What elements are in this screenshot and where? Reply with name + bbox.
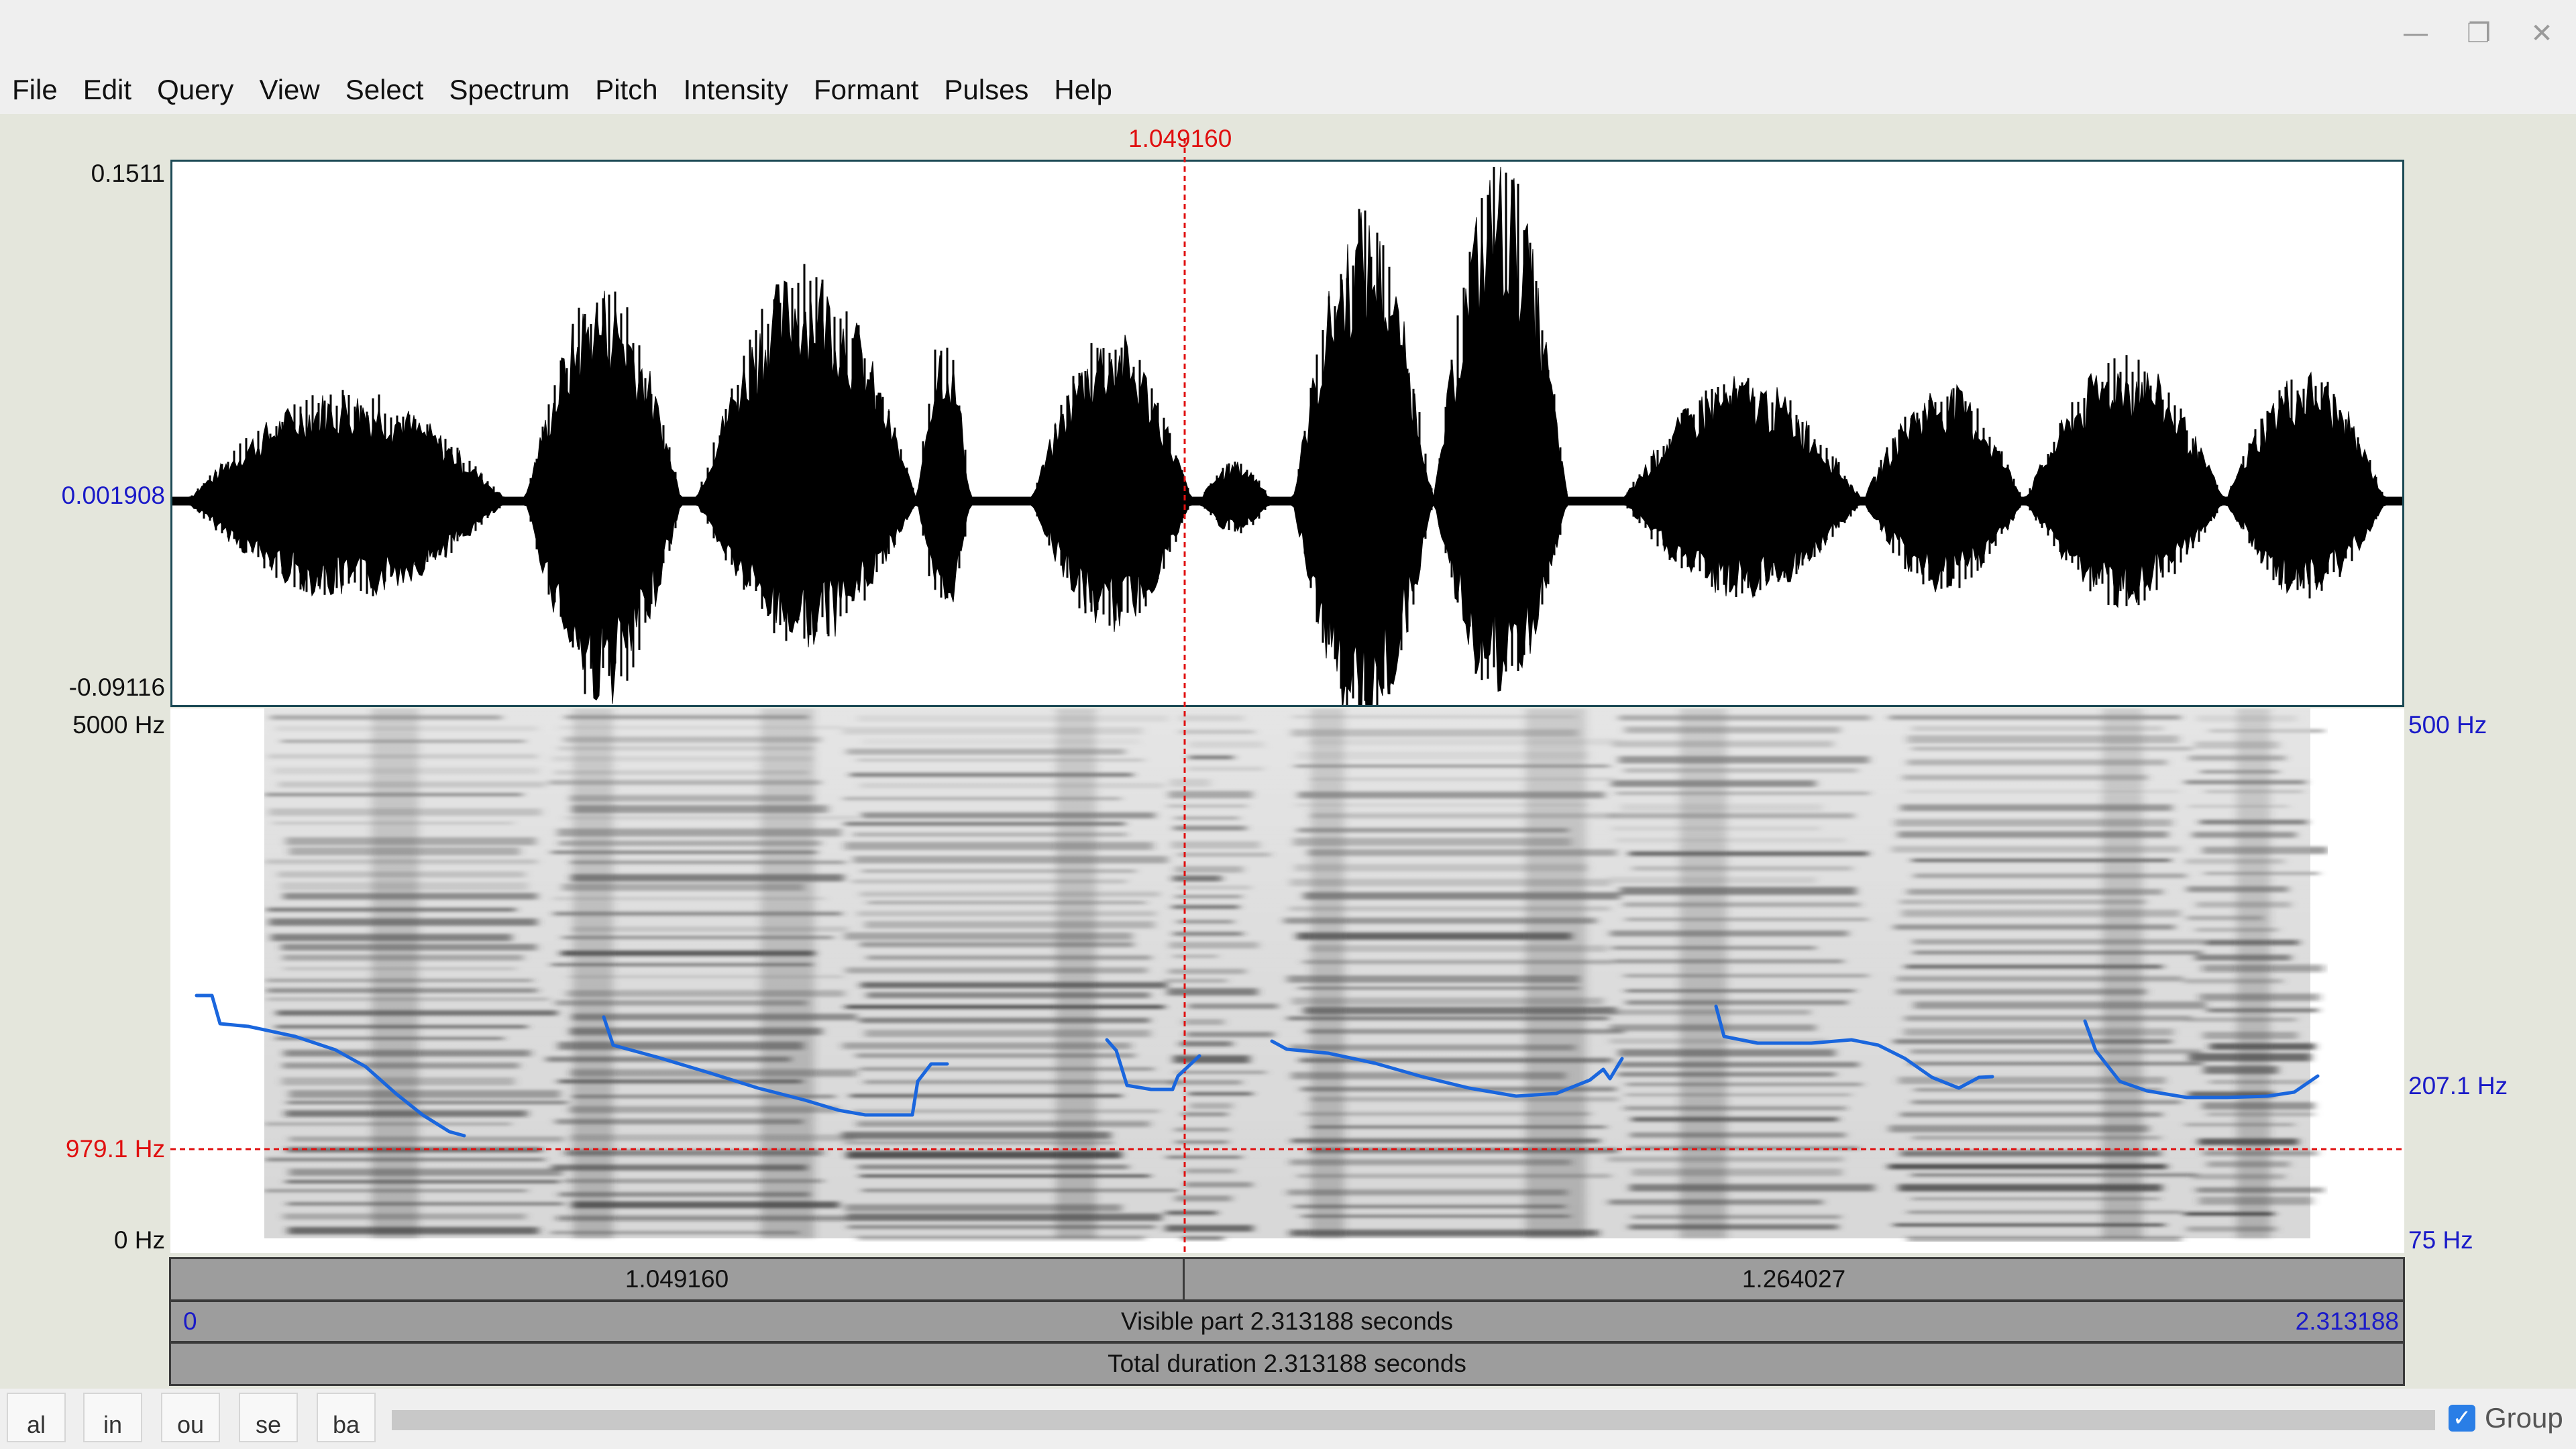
total-duration-bar[interactable]: Total duration 2.313188 seconds bbox=[169, 1342, 2405, 1386]
pitch-bottom-label: 75 Hz bbox=[2408, 1226, 2473, 1254]
bottom-toolbar: al in ou se ba ✓ Group bbox=[0, 1389, 2576, 1449]
visible-end-label: 2.313188 bbox=[2295, 1307, 2399, 1335]
menu-formant[interactable]: Formant bbox=[801, 66, 931, 114]
visible-part-bar[interactable]: 0 Visible part 2.313188 seconds 2.313188 bbox=[169, 1300, 2405, 1343]
waveform-panel[interactable] bbox=[170, 160, 2404, 734]
time-segment-right-label: 1.264027 bbox=[1741, 1265, 1846, 1293]
menu-file[interactable]: File bbox=[0, 66, 70, 114]
zoom-in-button[interactable]: in bbox=[83, 1393, 142, 1442]
visible-start-label: 0 bbox=[183, 1307, 197, 1335]
waveform-max-label: 0.1511 bbox=[91, 160, 165, 187]
close-icon[interactable]: ✕ bbox=[2518, 15, 2565, 52]
maximize-icon[interactable]: ❐ bbox=[2455, 15, 2502, 52]
menu-help[interactable]: Help bbox=[1041, 66, 1124, 114]
zoom-selection-button[interactable]: se bbox=[239, 1393, 298, 1442]
menu-pitch[interactable]: Pitch bbox=[582, 66, 670, 114]
group-label: Group bbox=[2485, 1402, 2563, 1434]
horizontal-scrollbar[interactable] bbox=[392, 1410, 2435, 1430]
menu-query[interactable]: Query bbox=[144, 66, 246, 114]
title-bar: — ❐ ✕ bbox=[0, 0, 2576, 66]
pitch-top-label: 500 Hz bbox=[2408, 711, 2487, 739]
zoom-back-button[interactable]: ba bbox=[317, 1393, 376, 1442]
spectrogram-top-label: 5000 Hz bbox=[72, 711, 165, 739]
menu-spectrum[interactable]: Spectrum bbox=[436, 66, 582, 114]
spectrogram-panel[interactable] bbox=[170, 708, 2404, 1253]
waveform-min-label: -0.09116 bbox=[68, 674, 165, 701]
time-segment-left-label: 1.049160 bbox=[625, 1265, 729, 1293]
menu-pulses[interactable]: Pulses bbox=[931, 66, 1041, 114]
menu-intensity[interactable]: Intensity bbox=[671, 66, 801, 114]
pitch-value-label: 207.1 Hz bbox=[2408, 1072, 2508, 1099]
spectrogram-plot bbox=[264, 708, 2328, 1242]
spectrogram-fade bbox=[264, 708, 2310, 1238]
menu-view[interactable]: View bbox=[246, 66, 332, 114]
time-segment-left[interactable]: 1.049160 bbox=[169, 1257, 1185, 1301]
waveform-envelope bbox=[172, 166, 2403, 734]
visible-part-label: Visible part 2.313188 seconds bbox=[1120, 1307, 1454, 1335]
minimize-icon[interactable]: — bbox=[2392, 15, 2439, 52]
waveform-center-label: 0.001908 bbox=[61, 482, 165, 509]
spectrogram-bottom-label: 0 Hz bbox=[113, 1226, 165, 1254]
total-duration-label: Total duration 2.313188 seconds bbox=[1108, 1350, 1466, 1377]
checkbox-checked-icon[interactable]: ✓ bbox=[2449, 1405, 2475, 1432]
menu-bar: File Edit Query View Select Spectrum Pit… bbox=[0, 66, 2576, 114]
spectrogram-cursor-freq-label: 979.1 Hz bbox=[65, 1135, 165, 1163]
zoom-out-button[interactable]: ou bbox=[161, 1393, 220, 1442]
zoom-all-button[interactable]: al bbox=[7, 1393, 66, 1442]
menu-edit[interactable]: Edit bbox=[70, 66, 144, 114]
waveform-plot bbox=[172, 166, 2403, 734]
time-segment-right[interactable]: 1.264027 bbox=[1183, 1257, 2405, 1301]
menu-select[interactable]: Select bbox=[333, 66, 437, 114]
cursor-time-label: 1.049160 bbox=[1128, 125, 1232, 152]
